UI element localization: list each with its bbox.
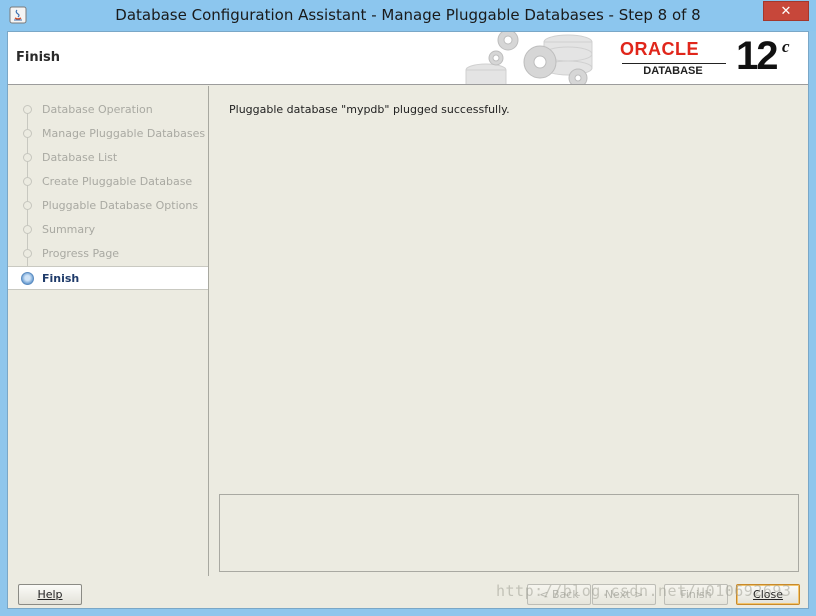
step-label: Progress Page	[42, 247, 120, 260]
oracle-database-label: DATABASE	[643, 65, 703, 77]
help-button-label: Help	[37, 588, 63, 601]
step-item: Create Pluggable Database	[8, 170, 208, 194]
step-item: Summary	[8, 218, 208, 242]
logo-divider	[622, 63, 726, 64]
step-label: Pluggable Database Options	[42, 199, 199, 212]
title-bar[interactable]: Database Configuration Assistant - Manag…	[0, 0, 816, 31]
step-item: Manage Pluggable Databases	[8, 122, 208, 146]
version-number: 12	[736, 34, 778, 78]
step-pending-icon	[23, 129, 32, 138]
step-item: Database List	[8, 146, 208, 170]
step-current-icon	[21, 272, 34, 285]
version-suffix: c	[782, 37, 790, 56]
dialog-client-area: Finish ORACLE DATABASE 12 c Database Ope…	[7, 31, 809, 609]
step-label: Manage Pluggable Databases	[42, 127, 206, 140]
step-item: Progress Page	[8, 242, 208, 266]
status-message: Pluggable database "mypdb" plugged succe…	[229, 103, 510, 116]
step-label: Database List	[42, 151, 118, 164]
step-item-current: Finish	[8, 266, 208, 290]
step-navigation-panel: Database Operation Manage Pluggable Data…	[8, 86, 209, 576]
oracle-wordmark: ORACLE	[620, 39, 699, 59]
details-text-area[interactable]	[219, 494, 799, 572]
dbca-window: Database Configuration Assistant - Manag…	[0, 0, 816, 616]
main-content: Pluggable database "mypdb" plugged succe…	[210, 86, 808, 576]
step-label: Database Operation	[42, 103, 153, 116]
step-pending-icon	[23, 225, 32, 234]
step-item: Database Operation	[8, 98, 208, 122]
close-icon: ✕	[780, 3, 792, 19]
oracle-database-logo: ORACLE DATABASE	[620, 39, 730, 79]
step-pending-icon	[23, 153, 32, 162]
step-pending-icon	[23, 177, 32, 186]
gears-database-graphic	[465, 32, 593, 84]
watermark-text: http://blog.csdn.net/u010692693	[496, 582, 792, 600]
help-button[interactable]: Help	[18, 584, 82, 605]
step-label: Summary	[42, 223, 96, 236]
step-pending-icon	[23, 105, 32, 114]
step-label: Create Pluggable Database	[42, 175, 193, 188]
step-label: Finish	[42, 272, 80, 285]
page-title: Finish	[16, 50, 61, 65]
step-item: Pluggable Database Options	[8, 194, 208, 218]
window-close-button[interactable]: ✕	[763, 1, 809, 21]
step-pending-icon	[23, 201, 32, 210]
header-banner: Finish ORACLE DATABASE 12 c	[8, 32, 808, 85]
step-pending-icon	[23, 249, 32, 258]
window-title: Database Configuration Assistant - Manag…	[115, 6, 701, 24]
